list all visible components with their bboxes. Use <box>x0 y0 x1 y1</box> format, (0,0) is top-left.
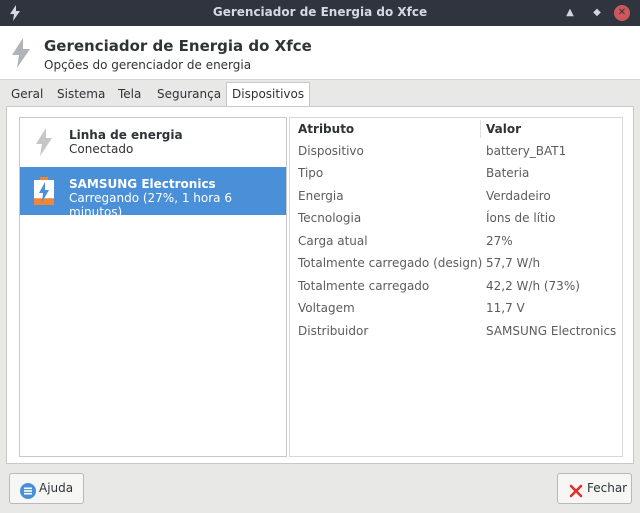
tab-tela[interactable]: Tela <box>113 82 146 106</box>
window-shade-button[interactable]: ▲ <box>562 5 578 21</box>
property-value: Verdadeiro <box>486 189 551 203</box>
tab-seguranca[interactable]: Segurança <box>152 82 226 106</box>
property-key: Tipo <box>298 166 324 180</box>
help-icon <box>20 481 36 499</box>
property-value: 27% <box>486 234 513 248</box>
close-button[interactable]: Fechar <box>557 473 632 504</box>
property-key: Dispositivo <box>298 144 364 158</box>
window-close-button[interactable]: ✕ <box>614 5 630 21</box>
column-divider <box>480 120 481 138</box>
property-key: Carga atual <box>298 234 368 248</box>
page-title: Gerenciador de Energia do Xfce <box>44 37 312 55</box>
window-titlebar[interactable]: Gerenciador de Energia do Xfce ▲ ◆ ✕ <box>0 0 640 26</box>
close-button-label: Fechar <box>587 481 628 495</box>
table-row[interactable]: Totalmente carregado (design) 57,7 W/h <box>290 252 622 274</box>
property-key: Totalmente carregado (design) <box>298 256 483 270</box>
device-status: Conectado <box>69 142 134 156</box>
property-value: 42,2 W/h (73%) <box>486 279 580 293</box>
device-name: SAMSUNG Electronics <box>69 177 216 191</box>
property-value: Bateria <box>486 166 530 180</box>
property-key: Totalmente carregado <box>298 279 430 293</box>
tab-dispositivos[interactable]: Dispositivos <box>226 82 311 107</box>
property-key: Voltagem <box>298 301 355 315</box>
device-item-battery[interactable]: SAMSUNG Electronics Carregando (27%, 1 h… <box>20 167 286 219</box>
device-status: Carregando (27%, 1 hora 6 minutos) <box>69 191 232 219</box>
column-header-attribute[interactable]: Atributo <box>298 122 354 136</box>
column-header-value[interactable]: Valor <box>486 122 521 136</box>
device-name: Linha de energia <box>69 128 183 142</box>
property-key: Distribuidor <box>298 324 369 338</box>
property-key: Energia <box>298 189 344 203</box>
tab-geral[interactable]: Geral <box>6 82 48 106</box>
table-header-row: Atributo Valor <box>290 118 622 140</box>
device-list[interactable]: Linha de energia Conectado SAMSUNG Elect… <box>19 117 287 457</box>
table-row[interactable]: Energia Verdadeiro <box>290 185 622 207</box>
property-value: 57,7 W/h <box>486 256 541 270</box>
table-row[interactable]: Totalmente carregado 42,2 W/h (73%) <box>290 275 622 297</box>
devices-pane: Linha de energia Conectado SAMSUNG Elect… <box>6 106 634 464</box>
property-value: Íons de lítio <box>486 211 556 225</box>
dialog-footer: Ajuda Fechar <box>0 464 640 513</box>
table-row[interactable]: Distribuidor SAMSUNG Electronics <box>290 320 622 342</box>
property-value: battery_BAT1 <box>486 144 567 158</box>
battery-charging-icon <box>32 177 56 205</box>
lightning-icon <box>32 128 56 156</box>
property-value: SAMSUNG Electronics <box>486 324 617 338</box>
dialog-header: Gerenciador de Energia do Xfce Opções do… <box>0 26 640 80</box>
tab-sistema[interactable]: Sistema <box>52 82 110 106</box>
properties-table[interactable]: Atributo Valor Dispositivo battery_BAT1 … <box>289 117 623 457</box>
device-item-power-line[interactable]: Linha de energia Conectado <box>20 118 286 166</box>
help-button-label: Ajuda <box>39 481 74 495</box>
help-button[interactable]: Ajuda <box>9 473 84 504</box>
table-row[interactable]: Carga atual 27% <box>290 230 622 252</box>
table-row[interactable]: Tipo Bateria <box>290 162 622 184</box>
property-key: Tecnologia <box>298 211 362 225</box>
window-maximize-button[interactable]: ◆ <box>589 5 605 21</box>
lightning-icon <box>10 38 32 68</box>
table-row[interactable]: Tecnologia Íons de lítio <box>290 207 622 229</box>
property-value: 11,7 V <box>486 301 525 315</box>
table-row[interactable]: Voltagem 11,7 V <box>290 297 622 319</box>
window-title: Gerenciador de Energia do Xfce <box>212 5 428 19</box>
tab-bar: Geral Sistema Tela Segurança Dispositivo… <box>0 82 640 107</box>
table-row[interactable]: Dispositivo battery_BAT1 <box>290 140 622 162</box>
close-icon <box>568 481 584 498</box>
page-subtitle: Opções do gerenciador de energia <box>44 58 252 72</box>
